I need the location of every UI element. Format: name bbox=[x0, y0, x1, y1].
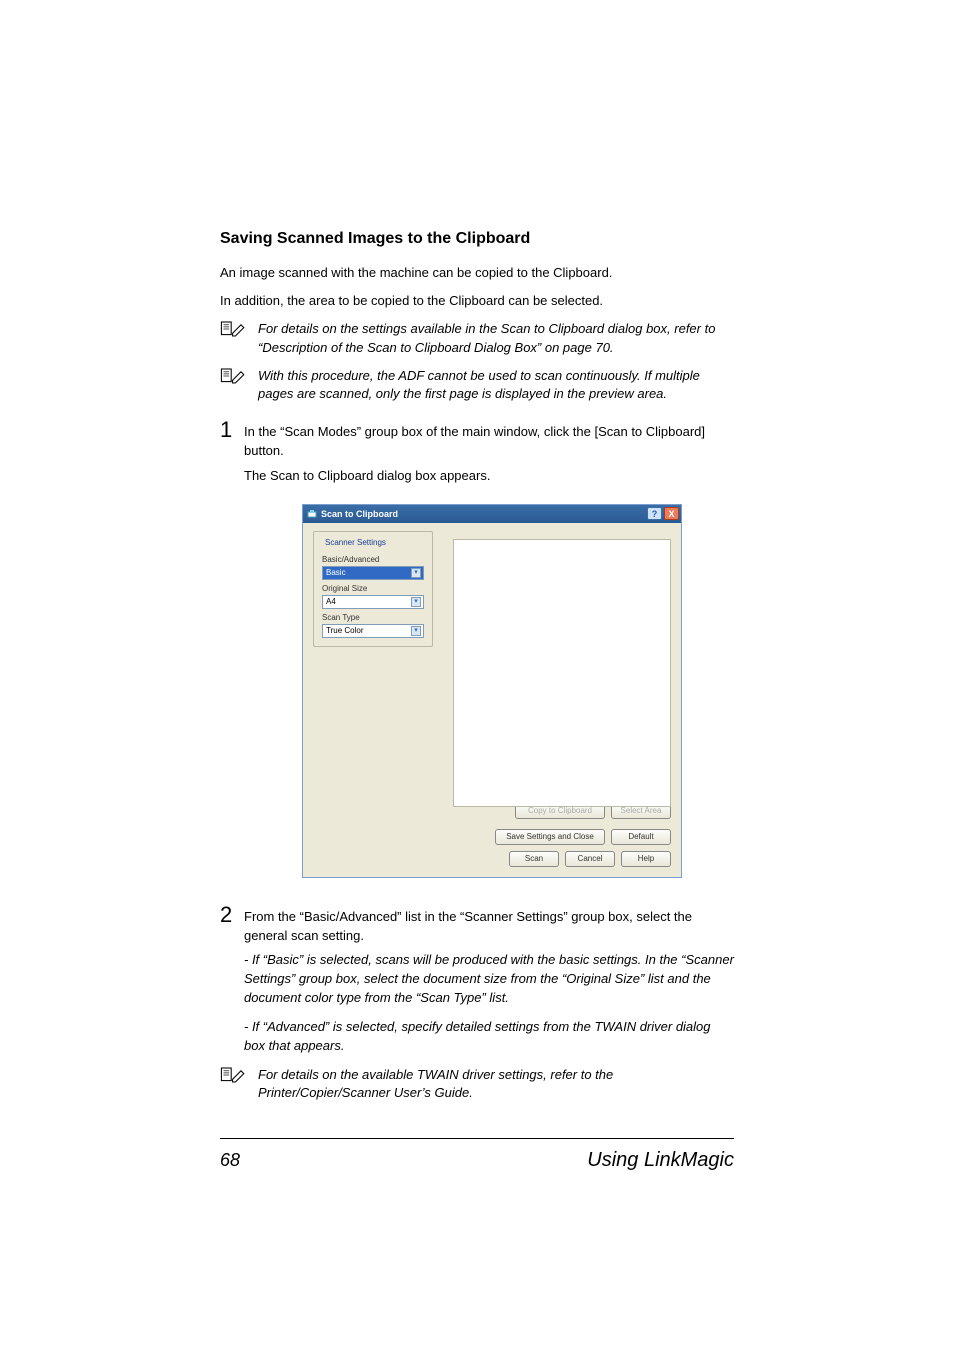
dialog-titlebar: Scan to Clipboard ? X bbox=[303, 505, 681, 523]
page-footer: 68 Using LinkMagic bbox=[220, 1149, 734, 1172]
scan-type-value: True Color bbox=[326, 626, 364, 635]
footer-rule bbox=[220, 1138, 734, 1139]
note-text: With this procedure, the ADF cannot be u… bbox=[258, 367, 734, 403]
note-icon bbox=[220, 1066, 248, 1089]
scanner-icon bbox=[307, 509, 317, 519]
chevron-down-icon: ▾ bbox=[411, 626, 421, 636]
step-2-result-basic: - If “Basic” is selected, scans will be … bbox=[244, 951, 734, 1008]
groupbox-legend: Scanner Settings bbox=[322, 538, 389, 547]
help-button[interactable]: Help bbox=[621, 851, 671, 867]
chevron-down-icon: ▾ bbox=[411, 597, 421, 607]
preview-area bbox=[453, 539, 671, 807]
note-2: With this procedure, the ADF cannot be u… bbox=[220, 367, 734, 403]
step-1-sub: The Scan to Clipboard dialog box appears… bbox=[244, 467, 734, 486]
scan-type-select[interactable]: True Color ▾ bbox=[322, 624, 424, 638]
note-icon bbox=[220, 320, 248, 343]
page-number: 68 bbox=[220, 1150, 240, 1171]
dialog-screenshot: Scan to Clipboard ? X Scanner Settings B… bbox=[250, 504, 734, 878]
basic-advanced-label: Basic/Advanced bbox=[322, 555, 424, 564]
paragraph-1: An image scanned with the machine can be… bbox=[220, 264, 734, 282]
cancel-button[interactable]: Cancel bbox=[565, 851, 615, 867]
save-settings-close-button[interactable]: Save Settings and Close bbox=[495, 829, 605, 845]
scan-type-label: Scan Type bbox=[322, 613, 424, 622]
note-1: For details on the settings available in… bbox=[220, 320, 734, 356]
paragraph-2: In addition, the area to be copied to th… bbox=[220, 292, 734, 310]
dialog-title: Scan to Clipboard bbox=[321, 509, 398, 519]
original-size-value: A4 bbox=[326, 597, 336, 606]
step-2: 2 From the “Basic/Advanced” list in the … bbox=[220, 904, 734, 946]
step-number: 2 bbox=[220, 904, 244, 926]
note-3: For details on the available TWAIN drive… bbox=[220, 1066, 734, 1102]
step-1: 1 In the “Scan Modes” group box of the m… bbox=[220, 419, 734, 461]
step-number: 1 bbox=[220, 419, 244, 441]
note-text: For details on the settings available in… bbox=[258, 320, 734, 356]
basic-advanced-value: Basic bbox=[326, 568, 346, 577]
section-title: Using LinkMagic bbox=[587, 1149, 734, 1172]
titlebar-close-button[interactable]: X bbox=[664, 507, 679, 520]
step-text: From the “Basic/Advanced” list in the “S… bbox=[244, 904, 734, 946]
chevron-down-icon: ▾ bbox=[411, 568, 421, 578]
step-text: In the “Scan Modes” group box of the mai… bbox=[244, 419, 734, 461]
original-size-select[interactable]: A4 ▾ bbox=[322, 595, 424, 609]
note-icon bbox=[220, 367, 248, 390]
note-text: For details on the available TWAIN drive… bbox=[258, 1066, 734, 1102]
scan-to-clipboard-dialog: Scan to Clipboard ? X Scanner Settings B… bbox=[302, 504, 682, 878]
basic-advanced-select[interactable]: Basic ▾ bbox=[322, 566, 424, 580]
section-heading: Saving Scanned Images to the Clipboard bbox=[220, 230, 734, 248]
default-button[interactable]: Default bbox=[611, 829, 671, 845]
scanner-settings-group: Scanner Settings Basic/Advanced Basic ▾ … bbox=[313, 531, 433, 647]
scan-button[interactable]: Scan bbox=[509, 851, 559, 867]
original-size-label: Original Size bbox=[322, 584, 424, 593]
titlebar-help-button[interactable]: ? bbox=[647, 507, 662, 520]
step-2-result-advanced: - If “Advanced” is selected, specify det… bbox=[244, 1018, 734, 1056]
